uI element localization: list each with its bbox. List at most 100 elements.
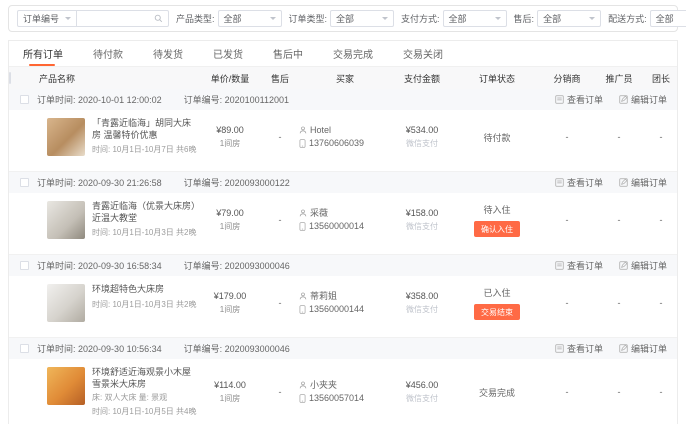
after-sale-value: - [261,298,299,308]
tab-pending-payment[interactable]: 待付款 [93,41,123,66]
after-sale-value: - [261,132,299,142]
order-row: 环境超特色大床房 时间: 10月1日-10月3日 共2晚 ¥179.001间房 … [9,276,677,331]
edit-order-icon [619,261,628,270]
edit-order-button[interactable]: 编辑订单 [619,176,667,189]
tab-shipped[interactable]: 已发货 [213,41,243,66]
unit-price: ¥89.00 [199,125,261,135]
filter-delivery: 配送方式: 全部 [608,10,686,27]
after-sale-select[interactable]: 全部 [537,10,601,27]
order-row: 环境舒适近海观景小木屋雪景米大床房 床: 双人大床 量: 景观 时间: 10月1… [9,359,677,424]
buyer-name: 采薇 [310,207,328,221]
quantity: 1间房 [199,393,261,404]
order-group: 订单时间: 2020-09-30 21:26:58 订单编号: 20200930… [9,171,677,248]
filter-label: 产品类型: [176,12,215,25]
user-icon [299,126,307,134]
phone-icon [299,394,306,403]
row-checkbox[interactable] [20,178,29,187]
view-order-button[interactable]: 查看订单 [555,259,603,272]
order-time: 订单时间: 2020-09-30 16:58:34 [37,259,162,272]
order-type-select[interactable]: 全部 [330,10,394,27]
tab-pending-shipment[interactable]: 待发货 [153,41,183,66]
order-no: 订单编号: 2020093000046 [184,259,290,272]
buyer-phone: 13760606039 [309,137,364,151]
order-status: 交易完成 [453,386,541,399]
col-after-sale: 售后 [261,72,299,85]
tab-closed[interactable]: 交易关闭 [403,41,443,66]
distributor-value: - [541,215,593,225]
delivery-select[interactable]: 全部 [650,10,686,27]
product-title: 环境舒适近海观景小木屋雪景米大床房 [92,367,199,390]
buyer-phone: 13560000144 [309,303,364,317]
promoter-value: - [593,215,645,225]
select-value: 全部 [656,12,674,25]
row-checkbox[interactable] [20,344,29,353]
tab-after-sale[interactable]: 售后中 [273,41,303,66]
distributor-value: - [541,387,593,397]
product-sub: 床: 双人大床 量: 景观 [92,392,199,403]
edit-order-button[interactable]: 编辑订单 [619,93,667,106]
filter-label: 售后: [514,12,535,25]
order-group-header: 订单时间: 2020-09-30 10:56:34 订单编号: 20200930… [9,338,677,359]
order-status: 已入住 [453,286,541,299]
product-title: 「青露近临海」胡同大床房 温馨特价优惠 [92,118,199,141]
promoter-value: - [593,387,645,397]
col-price-qty: 单价/数量 [199,72,261,85]
tab-all-orders[interactable]: 所有订单 [23,41,63,66]
select-value: 全部 [449,12,467,25]
col-buyer: 买家 [299,72,391,85]
view-order-button[interactable]: 查看订单 [555,342,603,355]
col-promoter: 推广员 [593,72,645,85]
product-thumbnail [47,118,85,156]
col-product-name: 产品名称 [39,72,199,85]
product-thumbnail [47,201,85,239]
edit-order-button[interactable]: 编辑订单 [619,259,667,272]
orders-panel: 所有订单 待付款 待发货 已发货 售后中 交易完成 交易关闭 产品名称 单价/数… [8,40,678,424]
buyer-phone: 13560057014 [309,392,364,406]
order-no-type-select[interactable]: 订单编号 [17,10,77,27]
view-order-icon [555,261,564,270]
order-group: 订单时间: 2020-09-30 10:56:34 订单编号: 20200930… [9,337,677,424]
view-order-icon [555,178,564,187]
order-no-type-value: 订单编号 [23,12,59,25]
edit-order-button[interactable]: 编辑订单 [619,342,667,355]
product-meta: 时间: 10月1日-10月3日 共2晚 [92,299,196,310]
search-input[interactable] [77,10,169,27]
view-order-icon [555,344,564,353]
tab-completed[interactable]: 交易完成 [333,41,373,66]
filter-order-type: 订单类型: 全部 [289,10,395,27]
order-status: 待入住 [453,203,541,216]
order-group-header: 订单时间: 2020-09-30 16:58:34 订单编号: 20200930… [9,255,677,276]
end-trade-button[interactable]: 交易结束 [474,304,520,320]
view-order-button[interactable]: 查看订单 [555,93,603,106]
filter-bar: 订单编号 产品类型: 全部 订单类型: 全部 支付方式: 全部 售 [8,5,678,32]
product-meta: 时间: 10月1日-10月7日 共6晚 [92,144,199,155]
quantity: 1间房 [199,138,261,149]
row-checkbox[interactable] [20,261,29,270]
product-thumbnail [47,367,85,405]
pay-method: 微信支付 [391,393,453,404]
pay-amount: ¥358.00 [391,291,453,301]
view-order-icon [555,95,564,104]
select-value: 全部 [336,12,354,25]
order-row: 青露近临海（优景大床房）近温大教堂 时间: 10月1日-10月3日 共2晚 ¥7… [9,193,677,248]
leader-value: - [645,132,677,142]
distributor-value: - [541,298,593,308]
chevron-down-icon [65,17,71,20]
select-all-checkbox[interactable] [9,72,11,84]
col-order-status: 订单状态 [453,72,541,85]
filter-after-sale: 售后: 全部 [514,10,602,27]
order-group-header: 订单时间: 2020-09-30 21:26:58 订单编号: 20200930… [9,172,677,193]
buyer-name: Hotel [310,124,331,138]
row-checkbox[interactable] [20,95,29,104]
filter-product-type: 产品类型: 全部 [176,10,282,27]
filter-label: 配送方式: [608,12,647,25]
order-status: 待付款 [453,131,541,144]
confirm-checkin-button[interactable]: 确认入住 [474,221,520,237]
chevron-down-icon [495,17,501,20]
col-leader: 团长 [645,72,677,85]
pay-method-select[interactable]: 全部 [443,10,507,27]
user-icon [299,292,307,300]
distributor-value: - [541,132,593,142]
product-type-select[interactable]: 全部 [218,10,282,27]
view-order-button[interactable]: 查看订单 [555,176,603,189]
